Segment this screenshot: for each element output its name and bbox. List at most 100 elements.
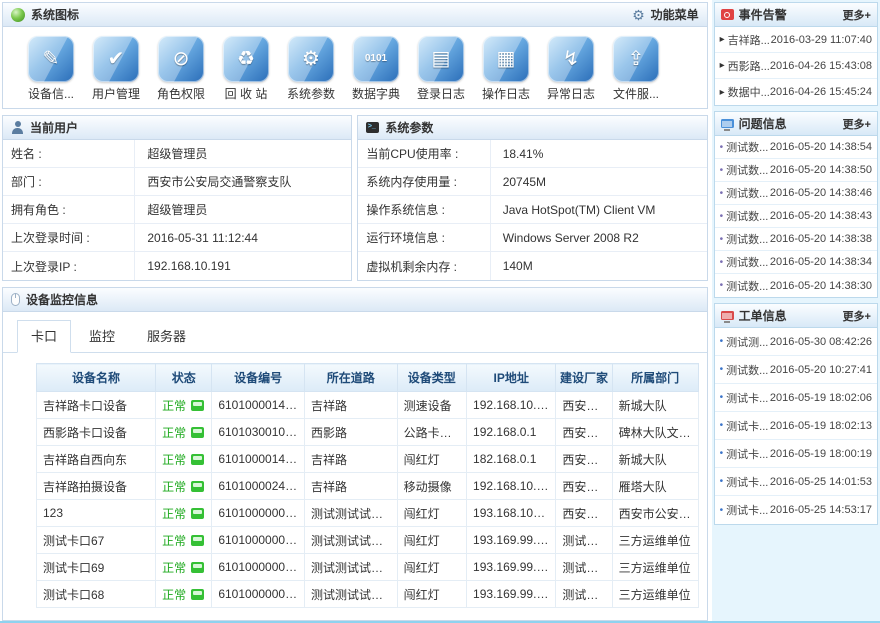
dock-item-7[interactable]: ▤登录日志	[415, 36, 467, 102]
dock-item-9[interactable]: ↯异常日志	[545, 36, 597, 102]
cell: 测试厂商	[556, 554, 612, 581]
item-time: 2016-05-20 14:38:43	[770, 210, 872, 222]
table-row[interactable]: 测试卡口67正常61010000000701测试测试试测试1测闯红灯193.16…	[37, 527, 699, 554]
status-text: 正常	[162, 426, 186, 440]
dock-item-8[interactable]: ▦操作日志	[480, 36, 532, 102]
table-row[interactable]: 测试卡口68正常61010000000701测试测试试测试1测闯红灯193.16…	[37, 581, 699, 608]
table-row[interactable]: 123正常61010000000701测试测试试测试1测闯红灯193.168.1…	[37, 500, 699, 527]
table-row[interactable]: 吉祥路拍摄设备正常61010000240005吉祥路移动摄像192.168.10…	[37, 473, 699, 500]
item-title: 测试数...	[726, 362, 768, 378]
dock-item-4[interactable]: ♻回 收 站	[220, 36, 272, 102]
table-row[interactable]: 吉祥路卡口设备正常61010000140003吉祥路测速设备192.168.10…	[37, 392, 699, 419]
icon-glyph: ⚙	[302, 49, 320, 69]
list-item[interactable]: •测试数...2016-05-20 14:38:50	[715, 159, 877, 182]
cell: 闯红灯	[397, 500, 466, 527]
info-value: 超级管理员	[135, 140, 207, 167]
list-item[interactable]: •测试卡...2016-05-25 14:53:17	[715, 496, 877, 524]
list-item[interactable]: •测试卡...2016-05-19 18:02:13	[715, 412, 877, 440]
dock-item-label: 文件服...	[610, 85, 662, 102]
cell: 三方运维单位	[612, 581, 698, 608]
info-row: 上次登录时间 :2016-05-31 11:12:44	[3, 224, 351, 252]
cell: 测试测试试测试1测	[304, 527, 397, 554]
cell: 61010300100202	[212, 419, 305, 446]
user-management-icon: ✔	[93, 36, 139, 82]
list-item[interactable]: •测试数...2016-05-20 10:27:41	[715, 356, 877, 384]
panel-header: 事件告警更多+	[715, 3, 877, 27]
status-text: 正常	[162, 453, 186, 467]
dock-item-label: 系统参数	[285, 85, 337, 102]
function-menu-button[interactable]: 功能菜单	[651, 6, 699, 23]
alarm-icon	[721, 9, 734, 20]
dock-item-1[interactable]: ✎设备信...	[25, 36, 77, 102]
list-item[interactable]: •测试数...2016-05-20 14:38:46	[715, 182, 877, 205]
info-label: 当前CPU使用率 :	[358, 140, 490, 167]
bullet-icon: •	[720, 505, 724, 516]
tab-checkpoint[interactable]: 卡口	[17, 320, 71, 353]
bullet-icon: •	[720, 476, 724, 487]
item-title: 测试卡...	[726, 446, 768, 462]
icon-dock: ✎设备信...✔用户管理⊘角色权限♻回 收 站 ⚙ 系统参数 0101 数据字典 ▤登录日…	[3, 27, 707, 108]
printer-icon	[191, 400, 204, 411]
list-item[interactable]: •测试测...2016-05-30 08:42:26	[715, 328, 877, 356]
cell: 61010000000701	[212, 527, 305, 554]
bullet-icon: •	[720, 142, 724, 153]
dock-item-5[interactable]: ⚙ 系统参数	[285, 36, 337, 102]
cell: 碑林大队文艺路中队	[612, 419, 698, 446]
info-value: Java HotSpot(TM) Client VM	[491, 196, 656, 223]
cell: 吉祥路	[304, 392, 397, 419]
cell: 193.169.99.69	[467, 554, 556, 581]
tab-server[interactable]: 服务器	[133, 320, 200, 352]
sidebar-panel-problem-info: 问题信息更多+•测试数...2016-05-20 14:38:54•测试数...…	[714, 111, 878, 298]
column-header: 设备编号	[212, 364, 305, 392]
data-dictionary-icon: 0101	[353, 36, 399, 82]
list-item[interactable]: •测试数...2016-05-20 14:38:34	[715, 251, 877, 274]
status-cell: 正常	[156, 500, 212, 527]
system-params-icon: ⚙	[288, 36, 334, 82]
list-item[interactable]: ▸西影路...2016-04-26 15:43:08	[715, 53, 877, 79]
list-item[interactable]: •测试数...2016-05-20 14:38:54	[715, 136, 877, 159]
dock-item-2[interactable]: ✔用户管理	[90, 36, 142, 102]
bullet-icon: •	[720, 336, 724, 347]
list-item[interactable]: ▸吉祥路...2016-03-29 11:07:40	[715, 27, 877, 53]
user-icon	[11, 121, 24, 134]
info-label: 系统内存使用量 :	[358, 168, 490, 195]
list-item[interactable]: •测试卡...2016-05-19 18:02:06	[715, 384, 877, 412]
cell: 三方运维单位	[612, 527, 698, 554]
file-service-icon: ⇪	[613, 36, 659, 82]
icon-glyph: ▤	[432, 49, 451, 69]
list-item[interactable]: •测试卡...2016-05-19 18:00:19	[715, 440, 877, 468]
column-header: 状态	[156, 364, 212, 392]
list-item[interactable]: •测试数...2016-05-20 14:38:43	[715, 205, 877, 228]
item-title: 测试卡...	[726, 390, 768, 406]
panel-title: 当前用户	[30, 119, 78, 136]
cell: 吉祥路卡口设备	[37, 392, 156, 419]
login-log-icon: ▤	[418, 36, 464, 82]
info-row: 系统内存使用量 :20745M	[358, 168, 706, 196]
column-header: 建设厂家	[556, 364, 612, 392]
more-link[interactable]: 更多+	[843, 116, 871, 132]
dock-item-label: 数据字典	[350, 85, 402, 102]
list-item[interactable]: •测试卡...2016-05-25 14:01:53	[715, 468, 877, 496]
dock-item-3[interactable]: ⊘角色权限	[155, 36, 207, 102]
more-link[interactable]: 更多+	[843, 308, 871, 324]
cell: 西安翔迅	[556, 500, 612, 527]
icon-glyph: ↯	[563, 49, 580, 69]
system-icons-header: 系统图标 ⚙ 功能菜单	[3, 3, 707, 27]
panel-title: 系统参数	[385, 119, 433, 136]
table-row[interactable]: 西影路卡口设备正常61010300100202西影路公路卡口设备192.168.…	[37, 419, 699, 446]
more-link[interactable]: 更多+	[843, 7, 871, 23]
status-text: 正常	[162, 399, 186, 413]
list-item[interactable]: ▸数据中...2016-04-26 15:45:24	[715, 79, 877, 105]
list-item[interactable]: •测试数...2016-05-20 14:38:38	[715, 228, 877, 251]
table-row[interactable]: 测试卡口69正常61010000000701测试测试试测试1测闯红灯193.16…	[37, 554, 699, 581]
table-row[interactable]: 吉祥路自西向东正常61010000140001吉祥路闯红灯182.168.0.1…	[37, 446, 699, 473]
info-row: 拥有角色 :超级管理员	[3, 196, 351, 224]
info-value: Windows Server 2008 R2	[491, 224, 639, 251]
cell: 193.169.99.68	[467, 581, 556, 608]
dock-item-10[interactable]: ⇪ 文件服...	[610, 36, 662, 102]
list-item[interactable]: •测试数...2016-05-20 14:38:30	[715, 274, 877, 297]
tab-surveillance[interactable]: 监控	[75, 320, 129, 352]
dock-item-6[interactable]: 0101 数据字典	[350, 36, 402, 102]
cell: 测试测试试测试1测	[304, 581, 397, 608]
gear-icon[interactable]: ⚙	[632, 8, 645, 22]
